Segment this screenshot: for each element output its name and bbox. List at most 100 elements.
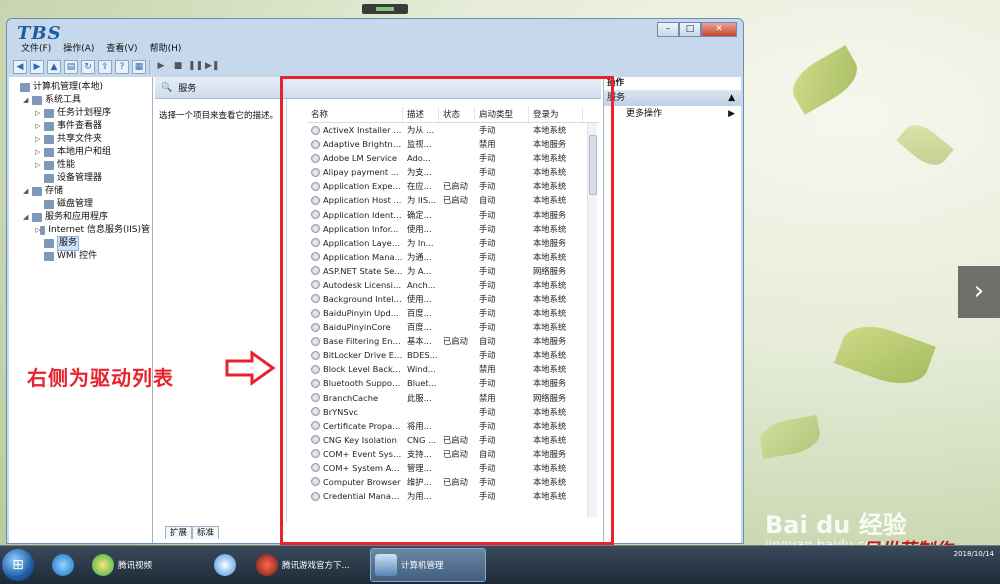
watermark-brand: Bai du 经验 [765, 511, 907, 539]
annotation-text: 右侧为驱动列表 [27, 366, 174, 390]
browser-taskbar-icon[interactable] [210, 548, 236, 582]
restart-service-icon[interactable]: ▶❚ [205, 60, 219, 74]
forward-icon[interactable]: ▶ [30, 60, 44, 74]
tree-item-label: 磁盘管理 [57, 199, 94, 209]
next-slide-button[interactable]: › [958, 266, 1000, 318]
expand-arrow-icon[interactable]: ▷ [35, 133, 44, 146]
node-icon [44, 252, 54, 261]
search-icon: 🔍 [161, 82, 173, 93]
properties-icon[interactable]: ▦ [132, 60, 146, 74]
help-icon[interactable]: ? [115, 60, 129, 74]
stop-service-icon[interactable]: ■ [171, 60, 185, 74]
actions-pane: 操作 服务 ▲ 更多操作 ▶ [603, 77, 741, 543]
tree-item[interactable]: ◢ 存储 [11, 185, 150, 198]
refresh-icon[interactable]: ↻ [81, 60, 95, 74]
tree-item-label: 事件查看器 [57, 121, 103, 131]
start-service-icon[interactable]: ▶ [154, 60, 168, 74]
show-hide-tree-icon[interactable]: ▤ [64, 60, 78, 74]
menu-bar: 文件(F) 操作(A) 查看(V) 帮助(H) [7, 41, 743, 57]
maximize-button[interactable]: □ [679, 22, 701, 37]
node-icon [44, 148, 54, 157]
actions-title: 操作 [607, 78, 625, 88]
tree-item[interactable]: 设备管理器 [11, 172, 150, 185]
tree-item[interactable]: ▷ 性能 [11, 159, 150, 172]
more-actions-item[interactable]: 更多操作 ▶ [604, 106, 741, 122]
more-actions-label: 更多操作 [626, 109, 663, 119]
node-icon [32, 213, 42, 222]
tree-item-label: 计算机管理(本地) [33, 82, 104, 92]
node-icon [44, 174, 54, 183]
tree-item-label: 任务计划程序 [57, 108, 112, 118]
up-folder-icon[interactable]: ▲ [47, 60, 61, 74]
menu-help[interactable]: 帮助(H) [150, 41, 182, 57]
navigation-tree: 计算机管理(本地) ◢ 系统工具 ▷ 任务计划程序 ▷ 事件查看器 ▷ 共享文件夹 ▷ 本地用户和组… [9, 77, 153, 543]
expand-arrow-icon[interactable]: ▷ [35, 146, 44, 159]
minimize-button[interactable]: – [657, 22, 679, 37]
expand-arrow-icon[interactable]: ▷ [35, 120, 44, 133]
ie-taskbar-icon[interactable] [48, 548, 74, 582]
collapse-icon: ▲ [728, 93, 735, 103]
tree-item-label: 设备管理器 [57, 173, 103, 183]
tab-extended[interactable]: 扩展 [165, 526, 193, 539]
recording-indicator [362, 4, 408, 14]
tbs-logo: TBS [17, 23, 62, 44]
tree-item[interactable]: 计算机管理(本地) [11, 81, 150, 94]
node-icon [20, 83, 30, 92]
taskbar-label: 腾讯游戏官方下... [282, 561, 350, 571]
tree-item-label: 服务和应用程序 [45, 212, 109, 222]
node-icon [40, 226, 46, 235]
highlight-box [280, 76, 614, 545]
system-tray-clock[interactable]: 2018/10/14 [954, 550, 994, 558]
arrow-right-icon [225, 350, 276, 386]
tree-item-label: 服务 [57, 236, 80, 251]
services-title: 服务 [178, 84, 197, 94]
taskbar-item-computer-management[interactable]: 计算机管理 [370, 548, 486, 582]
clock-date: 2018/10/14 [953, 550, 994, 558]
tree-item[interactable]: ◢ 服务和应用程序 [11, 211, 150, 224]
tree-item[interactable]: ▷ 任务计划程序 [11, 107, 150, 120]
expand-arrow-icon[interactable]: ▷ [35, 159, 44, 172]
tree-item[interactable]: 服务 [11, 236, 150, 251]
view-tabs: 扩展 标准 [165, 526, 220, 539]
node-icon [44, 161, 54, 170]
tree-item[interactable]: 磁盘管理 [11, 198, 150, 211]
actions-group-services[interactable]: 服务 ▲ [604, 90, 741, 106]
tree-item-label: 共享文件夹 [57, 134, 103, 144]
description-text: 选择一个项目来查看它的描述。 [159, 111, 279, 121]
tab-standard[interactable]: 标准 [192, 526, 220, 539]
toolbar: ◀ ▶ ▲ ▤ ↻ ⇪ ? ▦ ▶ ■ ❚❚ ▶❚ [7, 57, 743, 77]
tree-item-label: 性能 [57, 160, 76, 170]
taskbar-label: 腾讯视频 [118, 561, 153, 571]
taskbar: ⊞ 腾讯视频 腾讯游戏官方下... 计算机管理 2018/10/14 [0, 545, 1000, 584]
expand-arrow-icon[interactable]: ▷ [35, 107, 44, 120]
tree-item[interactable]: ▷ 事件查看器 [11, 120, 150, 133]
tree-item-label: 系统工具 [45, 95, 82, 105]
taskbar-item-tencent-games[interactable]: 腾讯游戏官方下... [252, 548, 364, 582]
close-button[interactable]: ✕ [701, 22, 737, 37]
start-button[interactable]: ⊞ [2, 549, 34, 581]
expanded-arrow-icon[interactable]: ◢ [23, 185, 32, 198]
tree-item[interactable]: ▷ 本地用户和组 [11, 146, 150, 159]
tree-item[interactable]: ◢ 系统工具 [11, 94, 150, 107]
tree-item-label: WMI 控件 [57, 251, 98, 261]
expanded-arrow-icon[interactable]: ◢ [23, 94, 32, 107]
toolbar-divider [149, 60, 151, 74]
export-icon[interactable]: ⇪ [98, 60, 112, 74]
tree-item[interactable]: ▷ Internet 信息服务(IIS)管 [11, 224, 150, 237]
node-icon [44, 122, 54, 131]
menu-view[interactable]: 查看(V) [106, 41, 137, 57]
tree-item-label: 存储 [45, 186, 64, 196]
node-icon [32, 187, 42, 196]
menu-action[interactable]: 操作(A) [63, 41, 94, 57]
node-icon [44, 239, 54, 248]
expanded-arrow-icon[interactable]: ◢ [23, 211, 32, 224]
node-icon [44, 135, 54, 144]
tree-item[interactable]: WMI 控件 [11, 250, 150, 263]
node-icon [44, 109, 54, 118]
taskbar-item-tencent-video[interactable]: 腾讯视频 [88, 548, 198, 582]
chevron-right-icon: ▶ [728, 109, 735, 119]
pause-service-icon[interactable]: ❚❚ [188, 60, 203, 74]
taskbar-label: 计算机管理 [401, 561, 444, 571]
tree-item[interactable]: ▷ 共享文件夹 [11, 133, 150, 146]
back-icon[interactable]: ◀ [13, 60, 27, 74]
